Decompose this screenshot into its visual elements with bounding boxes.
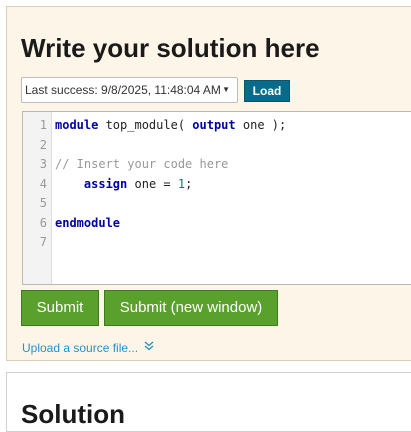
solution-title: Solution bbox=[21, 399, 125, 429]
code-token: one ); bbox=[235, 118, 287, 132]
solution-panel: Write your solution here Last success: 9… bbox=[6, 6, 411, 361]
keyword-token: assign bbox=[83, 176, 128, 191]
upload-source-link[interactable]: Upload a source file... bbox=[22, 341, 138, 355]
code-text: assign one = 1; bbox=[55, 177, 192, 191]
line-number: 3 bbox=[39, 157, 47, 171]
line-number: 7 bbox=[39, 235, 47, 249]
code-token: one = bbox=[127, 176, 178, 191]
submit-button[interactable]: Submit bbox=[21, 290, 99, 326]
code-text: // Insert your code here bbox=[55, 157, 228, 171]
code-text: module top_module( output one ); bbox=[55, 118, 286, 132]
code-text: endmodule bbox=[55, 216, 120, 230]
comment-token: // Insert your code here bbox=[55, 157, 229, 171]
line-number: 4 bbox=[39, 176, 47, 191]
keyword-token: endmodule bbox=[55, 215, 121, 230]
line-number: 2 bbox=[39, 137, 47, 152]
keyword-token: module bbox=[55, 118, 99, 132]
code-token: top_module( bbox=[98, 118, 193, 132]
double-chevron-svg bbox=[144, 341, 154, 351]
panel-title: Write your solution here bbox=[21, 33, 320, 63]
line-number: 6 bbox=[39, 215, 47, 230]
caret-down-icon: ▼ bbox=[222, 85, 230, 94]
submission-history-dropdown[interactable]: Last success: 9/8/2025, 11:48:04 AM ▼ bbox=[21, 77, 238, 103]
load-button[interactable]: Load bbox=[244, 80, 290, 102]
submit-new-window-button[interactable]: Submit (new window) bbox=[104, 290, 278, 326]
solution-section: Solution bbox=[6, 372, 411, 432]
line-number: 1 bbox=[39, 118, 47, 132]
keyword-token: output bbox=[192, 118, 236, 132]
number-token: 1 bbox=[177, 176, 186, 191]
double-chevron-down-icon[interactable] bbox=[144, 340, 154, 354]
line-number: 5 bbox=[39, 196, 47, 210]
code-editor[interactable]: 1 module top_module( output one ); 2 3 // In… bbox=[22, 111, 411, 285]
code-token: ; bbox=[185, 176, 193, 191]
dropdown-selected-value: Last success: 9/8/2025, 11:48:04 AM bbox=[25, 83, 221, 97]
